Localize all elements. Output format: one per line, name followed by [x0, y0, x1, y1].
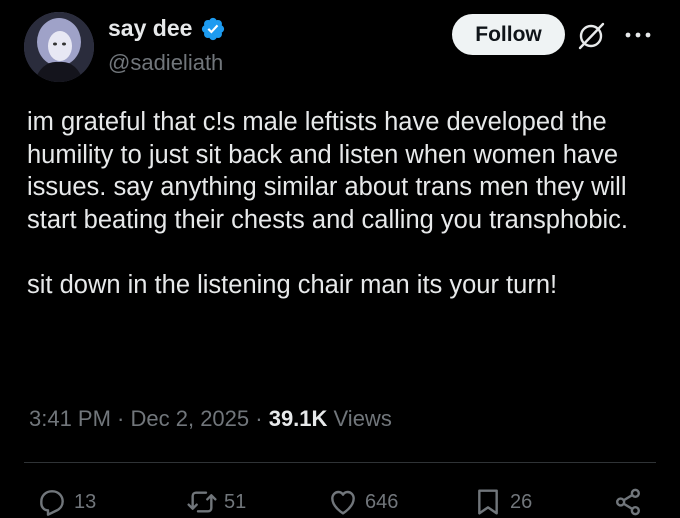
- grok-icon[interactable]: [576, 21, 606, 51]
- reply-button[interactable]: 13: [36, 484, 96, 518]
- divider: [24, 462, 656, 463]
- views-label: Views: [327, 406, 392, 431]
- bookmark-count: 26: [510, 490, 533, 513]
- tweet-meta: 3:41 PM · Dec 2, 2025 · 39.1K Views: [29, 406, 392, 432]
- tweet-paragraph: sit down in the listening chair man its …: [27, 270, 558, 299]
- share-icon: [616, 488, 640, 516]
- heart-icon: [331, 490, 355, 515]
- reply-icon: [40, 490, 64, 516]
- share-button[interactable]: [612, 484, 650, 518]
- display-name[interactable]: say dee: [108, 15, 192, 42]
- reply-count: 13: [74, 490, 97, 513]
- meta-separator: ·: [249, 406, 269, 431]
- avatar-image: [24, 12, 94, 82]
- more-icon[interactable]: [623, 26, 653, 44]
- handle[interactable]: @sadieliath: [108, 50, 223, 76]
- avatar[interactable]: [24, 12, 94, 82]
- like-count: 646: [365, 490, 399, 513]
- follow-button[interactable]: Follow: [452, 14, 565, 55]
- views-count: 39.1K: [268, 406, 328, 431]
- tweet-time[interactable]: 3:41 PM: [29, 406, 111, 431]
- like-button[interactable]: 646: [327, 484, 398, 518]
- meta-separator: ·: [110, 406, 131, 431]
- tweet-paragraph: im grateful that c!s male leftists have …: [27, 108, 629, 234]
- tweet-date[interactable]: Dec 2, 2025: [131, 406, 250, 431]
- bookmark-button[interactable]: 26: [472, 484, 532, 518]
- tweet-text: im grateful that c!s male leftists have …: [27, 106, 667, 302]
- repost-icon: [187, 491, 217, 513]
- repost-count: 51: [224, 490, 247, 513]
- bookmark-icon: [478, 489, 498, 515]
- repost-button[interactable]: 51: [186, 484, 246, 518]
- verified-badge-icon: [201, 17, 225, 41]
